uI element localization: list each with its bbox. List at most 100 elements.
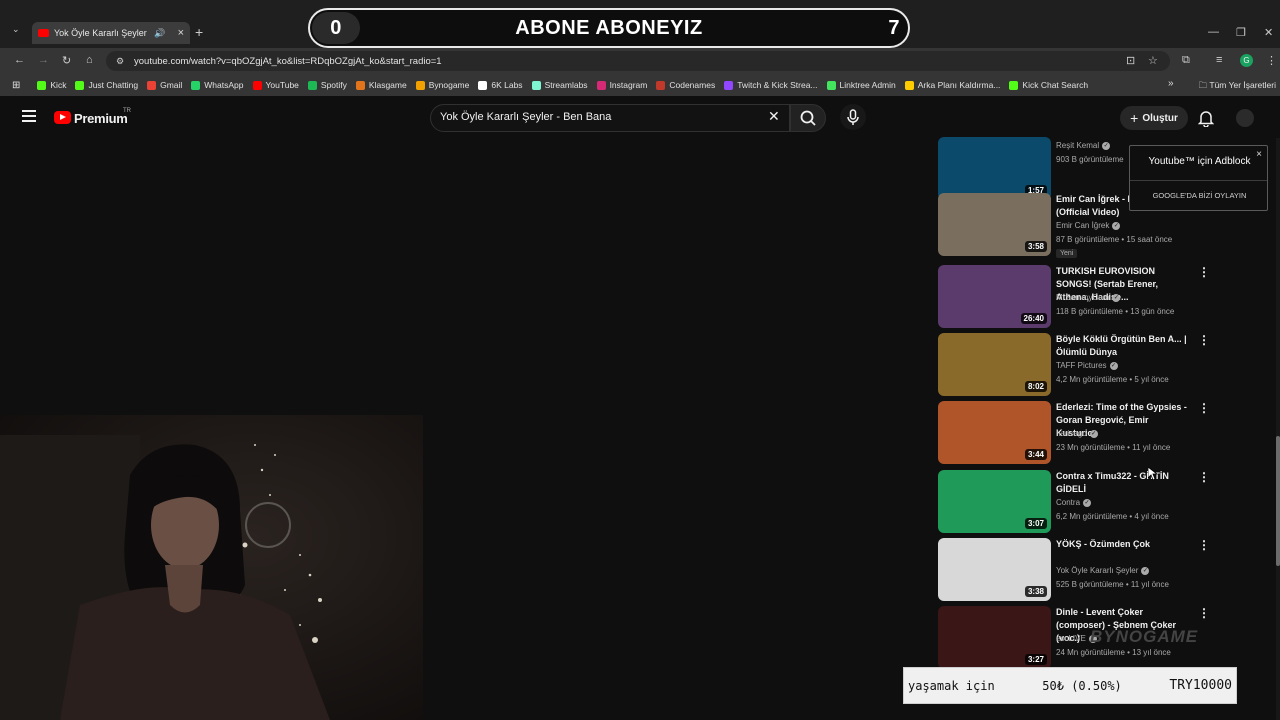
all-bookmarks-folder[interactable]: 🗀 Tüm Yer İşaretleri — [1199, 80, 1276, 94]
video-meta: 87 B görüntüleme • 15 saat önce — [1056, 235, 1173, 244]
browser-tab-active[interactable]: Yok Öyle Kararlı Şeyler - Be 🔊 × — [32, 22, 190, 44]
bookmark-item[interactable]: Kick — [37, 80, 66, 90]
bookmark-item[interactable]: Arka Planı Kaldırma... — [904, 80, 1001, 90]
video-channel[interactable]: Emir Can İğrek ✓ — [1056, 221, 1121, 230]
scrollbar-track[interactable] — [1276, 138, 1280, 720]
more-options-icon[interactable]: ⋮ — [1198, 606, 1210, 620]
bookmark-item[interactable]: Twitch & Kick Strea... — [724, 80, 818, 90]
bookmark-label: Kick — [50, 80, 67, 90]
apps-icon[interactable]: ⊞ — [12, 80, 20, 91]
video-thumbnail[interactable]: 3:27 — [938, 606, 1051, 669]
url-text[interactable]: youtube.com/watch?v=qbOZgjAt_ko&list=RDq… — [134, 56, 442, 67]
more-options-icon[interactable]: ⋮ — [1198, 333, 1210, 347]
related-video-item[interactable]: 8:02 Böyle Köklü Örgütün Ben A... | Ölüml… — [938, 333, 1268, 397]
overlay-right-count: 7 — [888, 16, 900, 39]
bookmark-label: Arka Planı Kaldırma... — [917, 80, 1001, 90]
video-thumbnail[interactable]: 3:58 — [938, 193, 1051, 256]
bookmark-item[interactable]: Streamlabs — [531, 80, 588, 90]
bookmark-item[interactable]: Just Chatting — [75, 80, 138, 90]
video-thumbnail[interactable]: 26:40 — [938, 265, 1051, 328]
video-thumbnail[interactable]: 3:07 — [938, 470, 1051, 533]
search-value[interactable]: Yok Öyle Kararlı Şeyler - Ben Bana — [440, 111, 611, 123]
bookmark-item[interactable]: Instagram — [596, 80, 647, 90]
video-title[interactable]: Contra x Timu322 - GİTTİN GİDELİ — [1056, 470, 1188, 496]
bookmark-item[interactable]: Kick Chat Search — [1009, 80, 1088, 90]
verified-icon: ✓ — [1083, 498, 1092, 507]
media-icon[interactable]: ≡ — [1216, 54, 1222, 66]
video-meta: 525 B görüntüleme • 11 yıl önce — [1056, 580, 1169, 589]
more-options-icon[interactable]: ⋮ — [1198, 538, 1210, 552]
voice-search-button[interactable] — [840, 104, 866, 130]
home-icon[interactable]: ⌂ — [86, 54, 93, 66]
bookmark-item[interactable]: YouTube — [252, 80, 299, 90]
channel-name: MrSammyCam — [1056, 293, 1110, 302]
video-channel[interactable]: TAFF Pictures ✓ — [1056, 361, 1118, 370]
account-avatar[interactable] — [1236, 109, 1254, 127]
bookmark-item[interactable]: Gmail — [147, 80, 182, 90]
bookmark-label: YouTube — [265, 80, 299, 90]
video-channel[interactable]: Yok Öyle Kararlı Şeyler ✓ — [1056, 566, 1150, 575]
video-meta: 24 Mn görüntüleme • 13 yıl önce — [1056, 648, 1171, 657]
bookmark-item[interactable]: Bynogame — [415, 80, 469, 90]
video-thumbnail[interactable]: 8:02 — [938, 333, 1051, 396]
video-channel[interactable]: harisego ✓ — [1056, 429, 1098, 438]
related-video-item[interactable]: 26:40 TURKISH EUROVISION SONGS! (Sertab E… — [938, 265, 1268, 329]
tab-close-icon[interactable]: × — [178, 27, 184, 39]
video-channel[interactable]: Reşit Kemal ✓ — [1056, 141, 1111, 150]
profile-avatar[interactable]: G — [1240, 54, 1253, 67]
clear-search-icon[interactable]: ✕ — [768, 108, 780, 125]
bookmark-item[interactable]: Codenames — [656, 80, 715, 90]
video-thumbnail[interactable]: 3:44 — [938, 401, 1051, 464]
tab-search-icon[interactable]: ⌄ — [12, 24, 20, 35]
reload-icon[interactable]: ↻ — [62, 54, 71, 67]
site-info-icon[interactable]: ⚙ — [116, 56, 124, 67]
video-title[interactable]: Böyle Köklü Örgütün Ben A... | Ölümlü Dü… — [1056, 333, 1188, 359]
bookmark-item[interactable]: Linktree Admin — [826, 80, 896, 90]
related-video-item[interactable]: 3:07 Contra x Timu322 - GİTTİN GİDELİ Cont… — [938, 470, 1268, 534]
youtube-logo-icon[interactable] — [54, 111, 71, 124]
logo-text[interactable]: Premium — [74, 111, 128, 126]
scrollbar-thumb[interactable] — [1276, 436, 1280, 566]
region-code: TR — [123, 108, 131, 114]
search-button[interactable] — [790, 104, 826, 132]
related-video-item[interactable]: 3:38 YÖKŞ - Özümden Çok Yok Öyle Kararlı Ş… — [938, 538, 1268, 602]
restore-icon[interactable]: ❐ — [1236, 26, 1246, 39]
back-icon[interactable]: ← — [14, 54, 25, 66]
verified-icon: ✓ — [1109, 361, 1118, 370]
minimize-icon[interactable]: — — [1208, 26, 1219, 38]
related-video-item[interactable]: 3:44 Ederlezi: Time of the Gypsies - Gora… — [938, 401, 1268, 465]
install-icon[interactable]: ⊡ — [1126, 54, 1135, 67]
bookmark-label: Klasgame — [368, 80, 407, 90]
more-options-icon[interactable]: ⋮ — [1198, 470, 1210, 484]
bookmark-item[interactable]: WhatsApp — [191, 80, 244, 90]
window-close-icon[interactable]: ✕ — [1264, 26, 1273, 39]
video-thumbnail[interactable]: 3:38 — [938, 538, 1051, 601]
bookmark-star-icon[interactable]: ☆ — [1148, 54, 1158, 67]
adblock-rate-button[interactable]: GOOGLE'DA BİZİ OYLAYIN — [1130, 191, 1269, 200]
donation-goal-widget: yaşamak için 50₺ (0.50%) TRY10000 — [903, 667, 1237, 704]
more-options-icon[interactable]: ⋮ — [1198, 265, 1210, 279]
speaker-icon[interactable]: 🔊 — [154, 28, 165, 39]
create-button[interactable]: + Oluştur — [1120, 106, 1188, 130]
forward-icon[interactable]: → — [38, 54, 49, 66]
video-title[interactable]: YÖKŞ - Özümden Çok — [1056, 538, 1188, 551]
extensions-icon[interactable]: ⧉ — [1182, 54, 1190, 67]
new-tab-button[interactable]: + — [195, 24, 203, 40]
create-label: Oluştur — [1142, 112, 1178, 124]
video-duration: 8:02 — [1024, 381, 1047, 392]
video-thumbnail[interactable]: 1:57 — [938, 137, 1051, 200]
notifications-bell-icon[interactable] — [1197, 109, 1215, 132]
divider — [1130, 180, 1267, 181]
bookmarks-overflow-icon[interactable]: » — [1168, 78, 1174, 89]
menu-icon[interactable] — [22, 110, 36, 122]
video-duration: 26:40 — [1020, 313, 1047, 324]
chrome-menu-icon[interactable]: ⋮ — [1266, 54, 1277, 67]
bookmark-item[interactable]: 6K Labs — [478, 80, 523, 90]
bookmark-favicon-icon — [531, 80, 541, 90]
video-channel[interactable]: MrSammyCam ✓ — [1056, 293, 1121, 302]
bookmark-item[interactable]: Klasgame — [355, 80, 407, 90]
channel-name: Contra — [1056, 498, 1081, 507]
bookmark-item[interactable]: Spotify — [307, 80, 347, 90]
video-channel[interactable]: Contra ✓ — [1056, 498, 1092, 507]
more-options-icon[interactable]: ⋮ — [1198, 401, 1210, 415]
